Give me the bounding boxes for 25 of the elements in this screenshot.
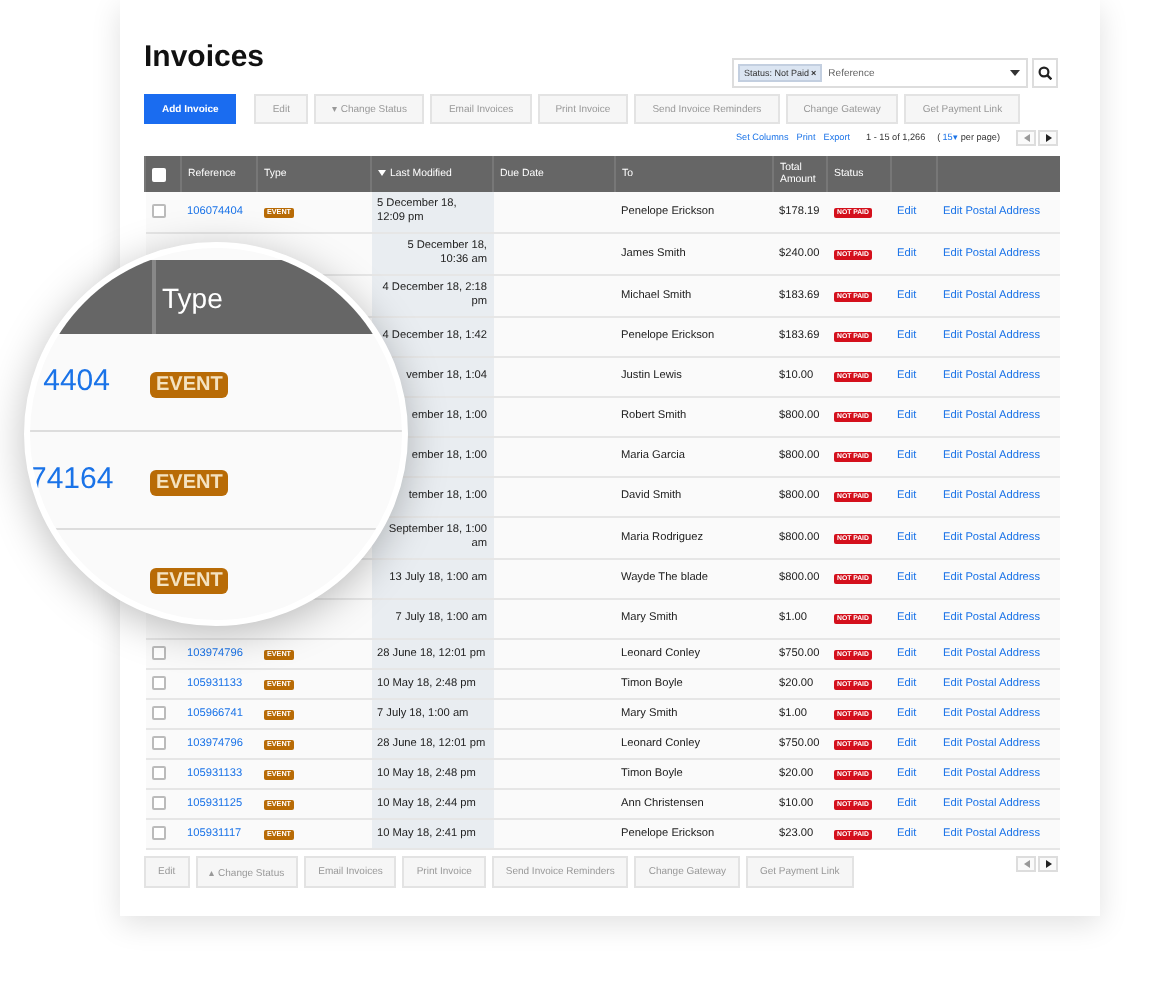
checkbox[interactable] xyxy=(151,204,165,218)
checkbox[interactable] xyxy=(151,736,165,750)
checkbox[interactable] xyxy=(151,706,165,720)
reference-link[interactable]: 4404 xyxy=(43,364,110,398)
column-header: Type xyxy=(162,281,223,313)
checkbox[interactable] xyxy=(151,676,165,690)
next-button[interactable] xyxy=(1038,856,1058,872)
checkbox[interactable] xyxy=(151,766,165,780)
type-badge: EVENT xyxy=(150,372,229,398)
chevron-right-icon[interactable] xyxy=(1045,133,1051,141)
reference-link[interactable]: 74164 xyxy=(30,462,114,496)
next-button[interactable] xyxy=(1038,129,1058,145)
checkbox[interactable] xyxy=(151,826,165,840)
sort-icon[interactable] xyxy=(378,170,386,177)
page-title: Invoices xyxy=(144,40,265,76)
caret-icon[interactable] xyxy=(1010,70,1020,76)
chevron-left-icon[interactable] xyxy=(1023,133,1029,141)
chevron-right-icon[interactable] xyxy=(1045,860,1051,868)
type-badge: EVENT xyxy=(150,568,229,594)
search-button[interactable] xyxy=(1032,58,1058,88)
type-badge: EVENT xyxy=(150,470,229,496)
checkbox[interactable] xyxy=(151,796,165,810)
chevron-left-icon[interactable] xyxy=(1023,860,1029,868)
search-icon[interactable] xyxy=(1038,66,1052,80)
checkbox[interactable] xyxy=(151,646,165,660)
